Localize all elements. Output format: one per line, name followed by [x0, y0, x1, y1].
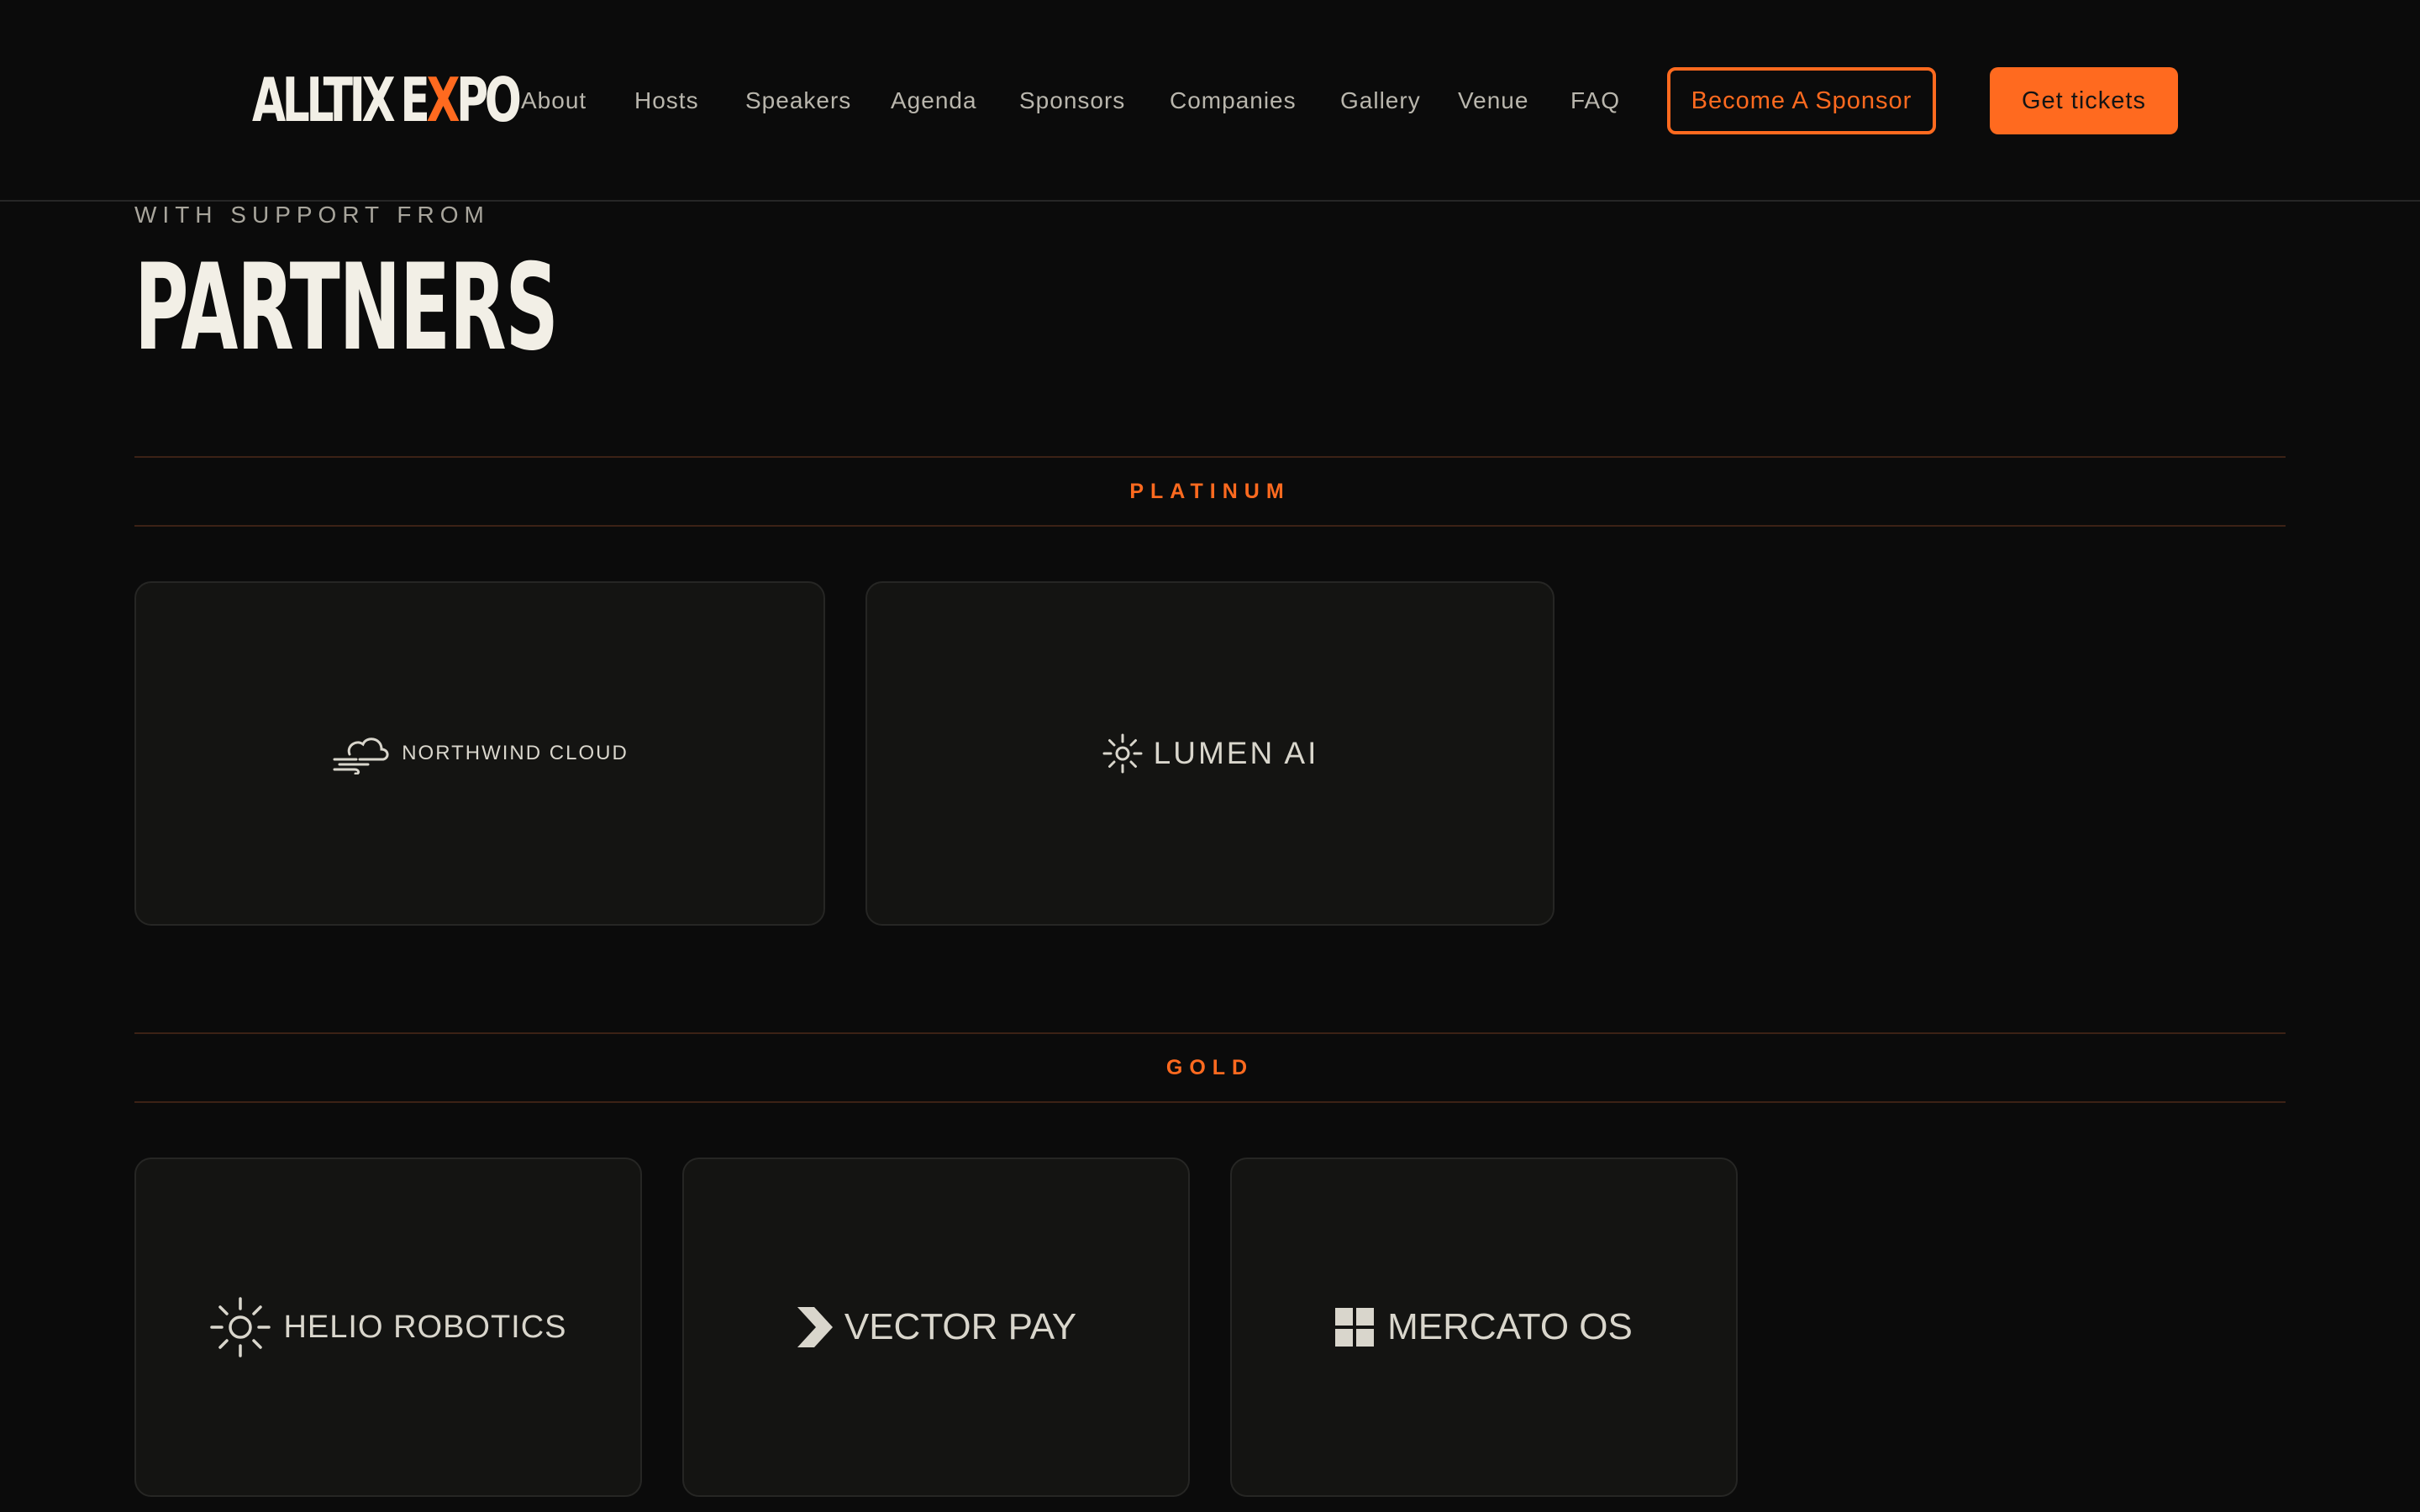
nav-link-about[interactable]: About: [521, 79, 587, 123]
nav-link-venue[interactable]: Venue: [1458, 79, 1528, 123]
partner-card-mercato-os[interactable]: MERCATO OS: [1230, 1158, 1738, 1497]
nav-link-sponsors[interactable]: Sponsors: [1019, 79, 1125, 123]
partner-card-vector-pay[interactable]: VECTOR PAY: [682, 1158, 1190, 1497]
tier-header-gold: GOLD: [134, 1032, 2286, 1103]
section-title: PARTNERS: [134, 239, 559, 377]
partner-name: LUMEN AI: [1153, 736, 1319, 770]
nav-link-gallery[interactable]: Gallery: [1340, 79, 1421, 123]
nav-link-companies[interactable]: Companies: [1170, 79, 1297, 123]
site-header: ALLTIX EXPO About Hosts Speakers Agenda …: [0, 0, 2420, 202]
become-sponsor-button[interactable]: Become A Sponsor: [1667, 67, 1936, 134]
tier-header-platinum: PLATINUM: [134, 456, 2286, 527]
section-eyebrow: WITH SUPPORT FROM: [134, 202, 490, 228]
chevron-arrow-icon: [796, 1305, 834, 1349]
partner-name: NORTHWIND CLOUD: [402, 742, 629, 764]
partner-card-helio-robotics[interactable]: HELIO ROBOTICS: [134, 1158, 642, 1497]
nav-link-faq[interactable]: FAQ: [1570, 79, 1620, 123]
partner-card-northwind-cloud[interactable]: NORTHWIND CLOUD: [134, 581, 825, 926]
partner-name: MERCATO OS: [1387, 1306, 1633, 1347]
partner-name: HELIO ROBOTICS: [283, 1309, 567, 1345]
nav-link-speakers[interactable]: Speakers: [745, 79, 851, 123]
cloud-wind-icon: [331, 732, 392, 774]
nav-link-hosts[interactable]: Hosts: [634, 79, 699, 123]
partner-name: VECTOR PAY: [844, 1306, 1077, 1347]
sun-icon: [209, 1296, 271, 1358]
sun-icon: [1102, 732, 1144, 774]
tier-label: PLATINUM: [1129, 479, 1291, 503]
get-tickets-button[interactable]: Get tickets: [1990, 67, 2178, 134]
partner-card-lumen-ai[interactable]: LUMEN AI: [865, 581, 1555, 926]
nav-link-agenda[interactable]: Agenda: [891, 79, 977, 123]
tier-label: GOLD: [1165, 1055, 1255, 1079]
grid-squares-icon: [1335, 1308, 1375, 1347]
